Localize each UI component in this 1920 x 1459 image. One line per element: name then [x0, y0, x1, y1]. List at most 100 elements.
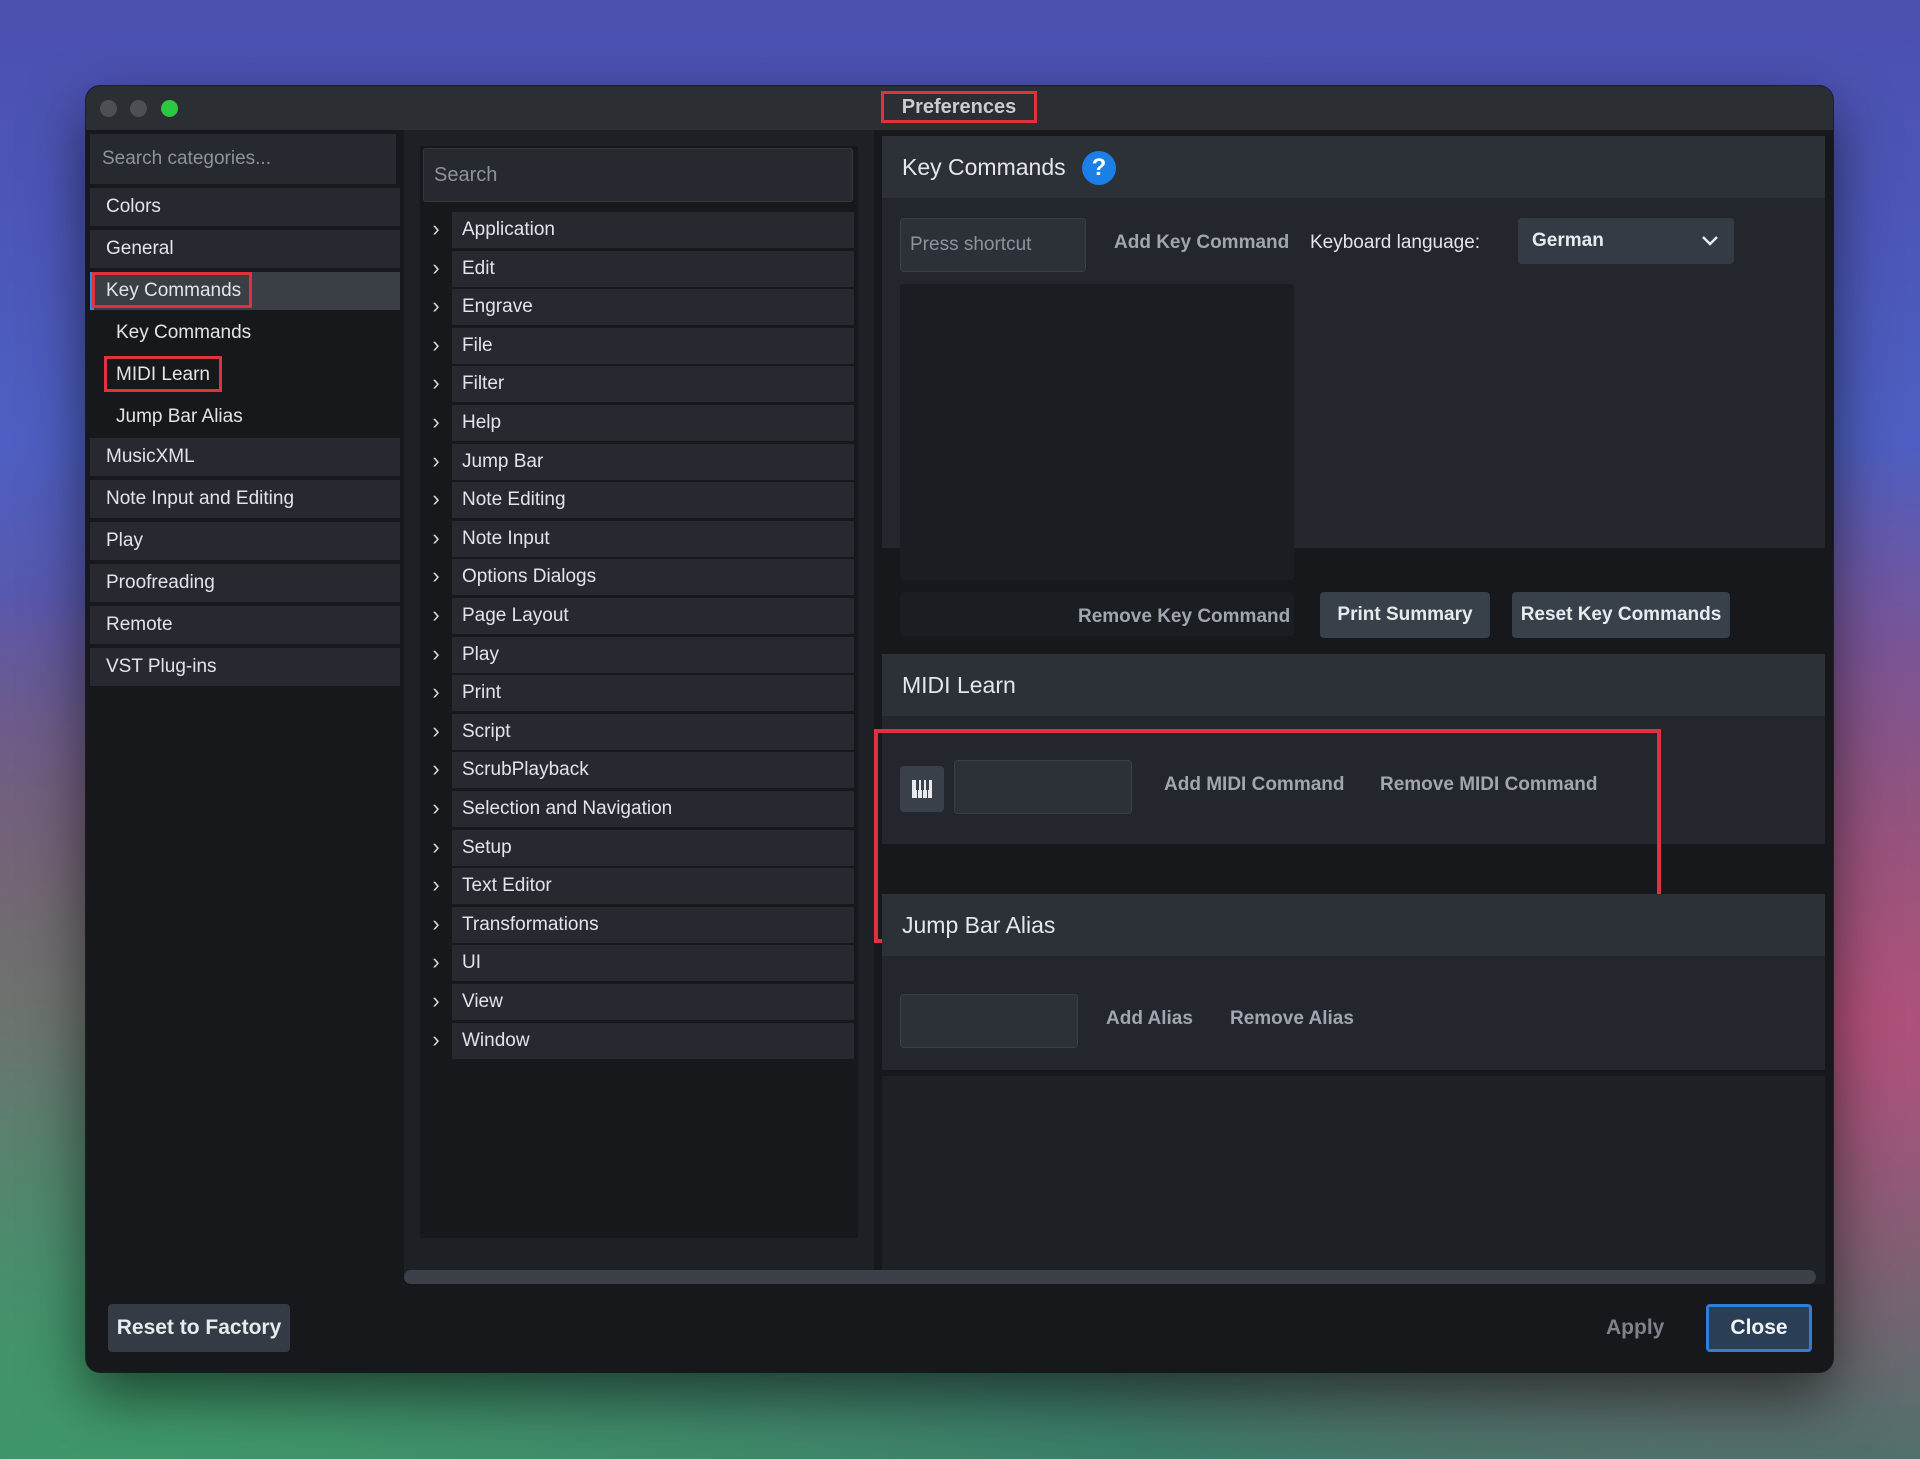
chevron-right-icon[interactable]: ›: [426, 212, 446, 248]
sidebar-item-label: MIDI Learn: [116, 364, 210, 385]
tree-item-label: Print: [452, 675, 854, 712]
tree-item[interactable]: › Edit: [420, 250, 858, 287]
chevron-right-icon[interactable]: ›: [426, 328, 446, 364]
settings-area: Key Commands ? Press shortcut Add Key Co…: [874, 130, 1833, 1310]
print-summary-button[interactable]: Print Summary: [1320, 592, 1490, 638]
chevron-right-icon[interactable]: ›: [426, 289, 446, 325]
sidebar-item-colors[interactable]: Colors: [90, 188, 400, 226]
shortcut-input[interactable]: Press shortcut: [900, 218, 1086, 272]
tree-item[interactable]: › Setup: [420, 829, 858, 866]
tree-item-label: Setup: [452, 829, 854, 866]
tree-item[interactable]: › Window: [420, 1022, 858, 1059]
tree-item-label: Note Input: [452, 520, 854, 557]
tree-item[interactable]: › Help: [420, 405, 858, 441]
tree-item[interactable]: › File: [420, 327, 858, 364]
chevron-right-icon[interactable]: ›: [426, 984, 446, 1020]
chevron-right-icon[interactable]: ›: [426, 675, 446, 711]
tree-item-label: Help: [452, 405, 854, 441]
tree-item[interactable]: › Page Layout: [420, 598, 858, 634]
chevron-right-icon[interactable]: ›: [426, 598, 446, 634]
sidebar-item-vst-plug-ins[interactable]: VST Plug-ins: [90, 648, 400, 686]
chevron-right-icon[interactable]: ›: [426, 1023, 446, 1059]
tree-item-label: ScrubPlayback: [452, 752, 854, 789]
keyboard-language-select[interactable]: German: [1518, 218, 1734, 264]
tree-item-label: View: [452, 984, 854, 1020]
sidebar-subitem-jump-bar-alias[interactable]: Jump Bar Alias: [90, 398, 400, 436]
tree-item-label: Jump Bar: [452, 443, 854, 480]
sidebar-item-general[interactable]: General: [90, 230, 400, 268]
tree-item-label: Application: [452, 212, 854, 248]
tree-item[interactable]: › Print: [420, 675, 858, 712]
tree-item-label: Play: [452, 636, 854, 673]
remove-alias-button[interactable]: Remove Alias: [1230, 1008, 1354, 1030]
tree-item[interactable]: › View: [420, 984, 858, 1020]
close-button[interactable]: Close: [1706, 1304, 1812, 1352]
reset-to-factory-button[interactable]: Reset to Factory: [108, 1304, 290, 1352]
window-title: Preferences: [881, 91, 1037, 123]
tree-item[interactable]: › Play: [420, 636, 858, 673]
add-key-command-button[interactable]: Add Key Command: [1114, 232, 1289, 254]
horizontal-scrollbar[interactable]: [404, 1270, 1816, 1284]
chevron-right-icon[interactable]: ›: [426, 907, 446, 943]
tree-item[interactable]: › ScrubPlayback: [420, 752, 858, 789]
apply-button[interactable]: Apply: [1606, 1316, 1664, 1340]
sidebar-item-proofreading[interactable]: Proofreading: [90, 564, 400, 602]
tree-item[interactable]: › Application: [420, 212, 858, 248]
chevron-right-icon[interactable]: ›: [426, 868, 446, 904]
help-icon[interactable]: ?: [1082, 151, 1116, 185]
chevron-right-icon[interactable]: ›: [426, 444, 446, 480]
tree-item[interactable]: › Selection and Navigation: [420, 791, 858, 827]
chevron-right-icon[interactable]: ›: [426, 521, 446, 557]
chevron-right-icon[interactable]: ›: [426, 830, 446, 866]
command-search-input[interactable]: Search: [423, 148, 853, 202]
tree-item[interactable]: › Note Editing: [420, 482, 858, 519]
chevron-right-icon[interactable]: ›: [426, 752, 446, 788]
sidebar-item-key-commands[interactable]: Key Commands: [90, 272, 400, 310]
tree-item[interactable]: › Script: [420, 713, 858, 750]
tree-item-label: Transformations: [452, 906, 854, 943]
tree-item[interactable]: › Jump Bar: [420, 443, 858, 480]
sidebar-item-remote[interactable]: Remote: [90, 606, 400, 644]
chevron-right-icon[interactable]: ›: [426, 791, 446, 827]
close-window-button[interactable]: [100, 100, 117, 117]
sidebar-item-play[interactable]: Play: [90, 522, 400, 560]
minimize-window-button[interactable]: [130, 100, 147, 117]
reset-key-commands-button[interactable]: Reset Key Commands: [1512, 592, 1730, 638]
chevron-right-icon[interactable]: ›: [426, 559, 446, 595]
key-commands-list[interactable]: [900, 284, 1294, 580]
key-commands-title: Key Commands: [902, 154, 1066, 180]
sidebar-item-note-input-editing[interactable]: Note Input and Editing: [90, 480, 400, 518]
key-commands-header: Key Commands ?: [882, 136, 1825, 198]
sidebar-item-label: Key Commands: [106, 280, 242, 301]
dialog-footer: Reset to Factory Apply Close: [86, 1284, 1833, 1372]
add-alias-button[interactable]: Add Alias: [1106, 1008, 1193, 1030]
tree-item-label: Note Editing: [452, 482, 854, 519]
category-sidebar: Search categories... Colors General Key …: [86, 130, 404, 1280]
chevron-right-icon[interactable]: ›: [426, 482, 446, 518]
tree-item-label: Options Dialogs: [452, 559, 854, 596]
tree-item-label: File: [452, 327, 854, 364]
tree-item[interactable]: › Text Editor: [420, 868, 858, 905]
tree-item[interactable]: › Transformations: [420, 906, 858, 943]
sidebar-subitem-midi-learn[interactable]: MIDI Learn: [90, 356, 400, 394]
alias-input[interactable]: [900, 994, 1078, 1048]
tree-item[interactable]: › Options Dialogs: [420, 559, 858, 596]
chevron-right-icon[interactable]: ›: [426, 366, 446, 402]
tree-item[interactable]: › Engrave: [420, 289, 858, 326]
tree-item[interactable]: › UI: [420, 945, 858, 982]
tree-item[interactable]: › Filter: [420, 366, 858, 403]
command-tree: Search › Application › Edit › Engrave › File › Fi…: [420, 146, 858, 1238]
remove-key-command-button[interactable]: Remove Key Command: [1078, 606, 1290, 628]
zoom-window-button[interactable]: [161, 100, 178, 117]
chevron-right-icon[interactable]: ›: [426, 714, 446, 750]
chevron-right-icon[interactable]: ›: [426, 945, 446, 981]
tree-item-label: Text Editor: [452, 868, 854, 905]
chevron-right-icon[interactable]: ›: [426, 251, 446, 287]
chevron-right-icon[interactable]: ›: [426, 637, 446, 673]
sidebar-subitem-key-commands[interactable]: Key Commands: [90, 314, 400, 352]
category-search-input[interactable]: Search categories...: [90, 134, 396, 184]
chevron-right-icon[interactable]: ›: [426, 405, 446, 441]
sidebar-item-musicxml[interactable]: MusicXML: [90, 438, 400, 476]
tree-item[interactable]: › Note Input: [420, 520, 858, 557]
tree-item-label: Engrave: [452, 289, 854, 326]
